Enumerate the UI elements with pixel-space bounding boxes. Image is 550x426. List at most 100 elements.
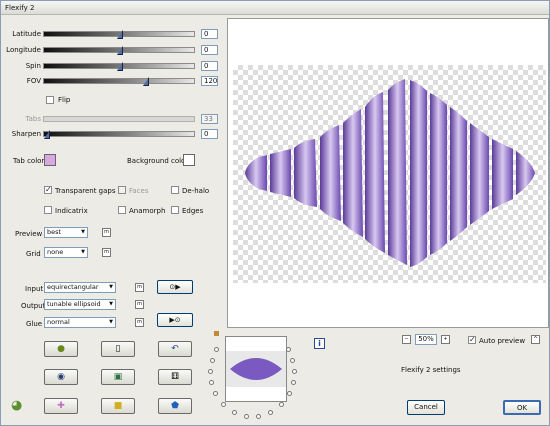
nav-dot[interactable] xyxy=(292,369,297,374)
sharpen-slider[interactable] xyxy=(43,130,195,139)
output-label: Output xyxy=(21,302,46,310)
latitude-label: Latitude xyxy=(12,30,41,38)
nav-dot[interactable] xyxy=(210,358,215,363)
spin-slider[interactable] xyxy=(43,62,195,71)
transparent-gaps-checkbox[interactable] xyxy=(44,185,52,194)
nav-dot[interactable] xyxy=(268,410,273,415)
zoom-in-button[interactable]: + xyxy=(441,335,450,344)
tabs-label: Tabs xyxy=(25,115,42,123)
navigator-handle-icon[interactable] xyxy=(214,331,219,336)
de-halo-checkbox[interactable] xyxy=(171,186,179,194)
copy-button[interactable]: ▯ xyxy=(101,341,135,357)
spin-value[interactable]: 0 xyxy=(201,61,218,71)
anamorph-label: Anamorph xyxy=(129,207,166,215)
background-color-label: Background color xyxy=(127,157,189,165)
output-dropdown[interactable]: tunable ellipsoid xyxy=(44,299,116,310)
tabs-value: 33 xyxy=(201,114,218,124)
fov-value[interactable]: 120 xyxy=(201,76,218,86)
tab-color-swatch[interactable] xyxy=(44,154,56,166)
nav-dot[interactable] xyxy=(279,402,284,407)
anamorph-checkbox[interactable] xyxy=(118,206,126,214)
square-button[interactable]: ▣ xyxy=(101,369,135,385)
nav-dot[interactable] xyxy=(208,369,213,374)
latitude-value[interactable]: 0 xyxy=(201,29,218,39)
sharpen-value[interactable]: 0 xyxy=(201,129,218,139)
tab-color-label: Tab color xyxy=(13,157,45,165)
faces-label: Faces xyxy=(129,187,149,195)
play-right-icon: ⊙▶ xyxy=(169,283,181,291)
zoom-out-button[interactable]: − xyxy=(402,335,411,344)
cross-icon: ✚ xyxy=(57,401,65,411)
nav-dot[interactable] xyxy=(221,402,226,407)
preview-mode-label: Preview xyxy=(15,230,43,238)
preview-mode-dropdown[interactable]: best xyxy=(44,227,88,238)
load-preset-button[interactable]: ● xyxy=(44,341,78,357)
fov-slider[interactable] xyxy=(43,77,195,86)
dice-button[interactable]: ⚅ xyxy=(158,369,192,385)
auto-preview-label: Auto preview xyxy=(479,337,526,345)
nav-dot[interactable] xyxy=(214,347,219,352)
longitude-label: Longitude xyxy=(6,46,41,54)
edges-checkbox[interactable] xyxy=(171,206,179,214)
cube-icon: ■ xyxy=(113,401,123,411)
chevron-up-icon: ^ xyxy=(532,336,539,343)
longitude-thumb[interactable] xyxy=(117,46,123,55)
preview-panel[interactable] xyxy=(227,18,549,328)
preview-mode-icon[interactable]: m xyxy=(102,228,111,237)
nav-dot[interactable] xyxy=(290,358,295,363)
auto-preview-checkbox[interactable] xyxy=(468,335,476,344)
settings-label: Flexify 2 settings xyxy=(401,366,461,374)
nav-dot[interactable] xyxy=(286,347,291,352)
grid-label: Grid xyxy=(26,250,41,258)
indicatrix-checkbox[interactable] xyxy=(44,206,52,214)
pentagon-button[interactable]: ⬟ xyxy=(158,398,192,414)
cube-button[interactable]: ■ xyxy=(101,398,135,414)
dice-icon: ⚅ xyxy=(171,372,179,382)
input-play-button[interactable]: ⊙▶ xyxy=(157,280,193,294)
nav-dot[interactable] xyxy=(209,380,214,385)
info-button[interactable]: i xyxy=(314,338,325,349)
ok-button[interactable]: OK xyxy=(503,400,541,415)
zoom-level[interactable]: 50% xyxy=(415,334,437,345)
circle-button[interactable]: ◉ xyxy=(44,369,78,385)
sharpen-label: Sharpen xyxy=(11,130,41,138)
input-dropdown[interactable]: equirectangular xyxy=(44,282,116,293)
output-icon[interactable]: m xyxy=(135,300,144,309)
title-bar: Flexify 2 xyxy=(1,1,549,15)
input-label: Input xyxy=(25,285,44,293)
longitude-slider[interactable] xyxy=(43,46,195,55)
grid-icon[interactable]: m xyxy=(102,248,111,257)
background-color-swatch[interactable] xyxy=(183,154,195,166)
flip-label: Flip xyxy=(58,96,71,104)
latitude-slider[interactable] xyxy=(43,30,195,39)
nav-dot[interactable] xyxy=(287,391,292,396)
de-halo-label: De-halo xyxy=(182,187,210,195)
undo-button[interactable]: ↶ xyxy=(158,341,192,357)
cross-button[interactable]: ✚ xyxy=(44,398,78,414)
collapse-button[interactable]: ^ xyxy=(531,335,540,344)
sharpen-thumb[interactable] xyxy=(44,130,50,139)
transparent-gaps-label: Transparent gaps xyxy=(55,187,116,195)
nav-dot[interactable] xyxy=(291,380,296,385)
flip-checkbox[interactable] xyxy=(46,96,54,104)
glue-icon[interactable]: m xyxy=(135,318,144,327)
play-left-icon: ▶⊙ xyxy=(169,316,181,324)
nav-dot[interactable] xyxy=(244,414,249,419)
navigator-image xyxy=(226,351,286,387)
fov-thumb[interactable] xyxy=(143,77,149,86)
nav-dot[interactable] xyxy=(232,410,237,415)
circle-icon: ◉ xyxy=(57,372,65,382)
grid-dropdown[interactable]: none xyxy=(44,247,88,258)
nav-dot[interactable] xyxy=(213,391,218,396)
longitude-value[interactable]: 0 xyxy=(201,45,218,55)
navigator-thumbnail[interactable] xyxy=(225,336,287,402)
cancel-button[interactable]: Cancel xyxy=(407,400,445,415)
latitude-thumb[interactable] xyxy=(117,30,123,39)
glue-dropdown[interactable]: normal xyxy=(44,317,116,328)
input-icon[interactable]: m xyxy=(135,283,144,292)
undo-icon: ↶ xyxy=(171,344,179,354)
spin-thumb[interactable] xyxy=(117,62,123,71)
edges-label: Edges xyxy=(182,207,204,215)
nav-dot[interactable] xyxy=(256,414,261,419)
output-play-button[interactable]: ▶⊙ xyxy=(157,313,193,327)
